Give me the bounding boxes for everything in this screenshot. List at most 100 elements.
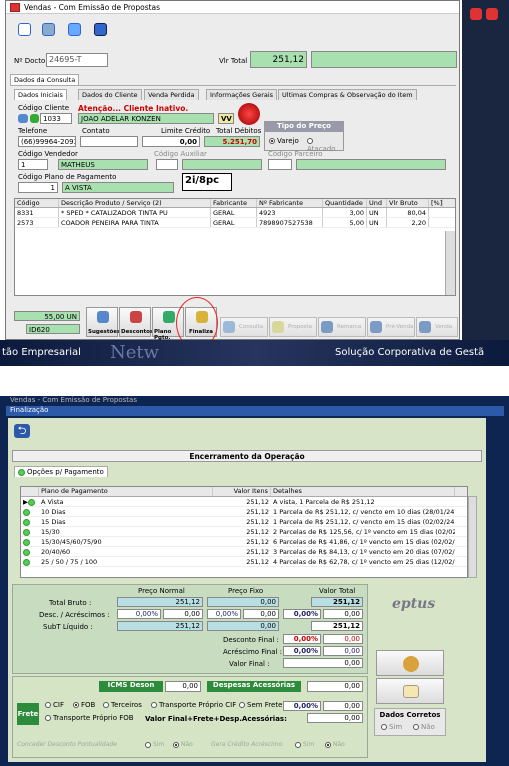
despesas-field[interactable]: 0,00 xyxy=(307,681,363,692)
tab-informacoes-gerais[interactable]: Informações Gerais xyxy=(206,89,278,100)
edit-icon[interactable] xyxy=(42,23,55,36)
credito-nao-radio[interactable] xyxy=(325,741,331,748)
plan-row[interactable]: 15/30 251,12 2 Parcelas de R$ 125,56, c/ 1… xyxy=(21,527,467,537)
item-row[interactable]: 8331 * SPED * CATALIZADOR TINTA PU GERAL… xyxy=(15,208,455,218)
plan-row-icon xyxy=(21,507,39,516)
vendedor-code-field[interactable]: 1 xyxy=(18,159,48,170)
pre-venda-button[interactable]: Pré-Venda xyxy=(367,317,415,337)
desc-pct-normal[interactable]: 0,00% xyxy=(117,609,161,619)
plan-details: 1 Parcela de R$ 251,12, c/ vencto em 10 … xyxy=(273,508,455,516)
qty-field[interactable]: 55,00 UN xyxy=(14,311,80,321)
item-row[interactable]: 2573 COADOR PENEIRA PARA TINTA GERAL 789… xyxy=(15,218,455,228)
cliente-code-field[interactable]: 1033 xyxy=(40,113,72,124)
items-grid[interactable]: Código Descrição Produto / Serviço (2) F… xyxy=(14,198,456,296)
doc-number-field[interactable]: 24695-T xyxy=(46,53,108,67)
pontualidade-sim-radio[interactable] xyxy=(145,741,151,748)
varejo-option[interactable]: Varejo xyxy=(269,137,299,145)
dados-sim[interactable]: Sim xyxy=(381,723,402,731)
pontualidade-nao-radio[interactable] xyxy=(173,741,179,748)
plan-row[interactable]: 15 Dias 251,12 1 Parcela de R$ 251,12, c/ … xyxy=(21,517,467,527)
plan-row[interactable]: 15/30/45/60/75/90 251,12 6 Parcelas de R$ … xyxy=(21,537,467,547)
item-code: 2573 xyxy=(15,218,59,227)
desconto-final-val[interactable]: 0,00 xyxy=(323,634,363,644)
add-icon[interactable] xyxy=(30,114,39,123)
atacado-radio[interactable] xyxy=(307,138,313,144)
plan-row[interactable]: ▶ A Vista 251,12 A vista, 1 Parcela de R$ 2… xyxy=(21,497,467,507)
plan-status-icon xyxy=(23,528,30,536)
back-arrow-icon[interactable]: ⮌ xyxy=(14,424,30,438)
email-button[interactable] xyxy=(376,678,444,704)
dados-sim-radio[interactable] xyxy=(381,724,387,730)
grid-scrollbar[interactable] xyxy=(445,231,455,295)
desconto-final-pct[interactable]: 0,00% xyxy=(283,634,321,644)
atacado-label: Atacado xyxy=(307,145,336,153)
frete-sem[interactable]: Sem Frete xyxy=(239,701,282,709)
dados-nao[interactable]: Não xyxy=(413,723,435,731)
proprio-fob-radio[interactable] xyxy=(45,715,51,721)
tab-opcoes-pagamento[interactable]: Opções p/ Pagamento xyxy=(14,466,108,477)
frete-cif[interactable]: CIF xyxy=(45,701,64,709)
dados-nao-radio[interactable] xyxy=(413,724,419,730)
tab-label: Ultimas Compras & Observação do Item xyxy=(282,91,413,99)
parceiro-code-field[interactable] xyxy=(268,159,292,170)
proposta-button[interactable]: Proposta xyxy=(269,317,317,337)
frete-val[interactable]: 0,00 xyxy=(323,701,363,711)
plan-row[interactable]: 20/40/60 251,12 3 Parcelas de R$ 84,13, c/… xyxy=(21,547,467,557)
telefone-field[interactable]: (66)99964-2093 xyxy=(18,136,76,147)
descontos-button[interactable]: Descontos xyxy=(119,307,153,337)
sem-frete-radio[interactable] xyxy=(239,702,245,708)
plan-row[interactable]: 25 / 50 / 75 / 100 251,12 4 Parcelas de R$… xyxy=(21,557,467,567)
proprio-cif-radio[interactable] xyxy=(151,702,157,708)
venda-button[interactable]: Venda xyxy=(416,317,458,337)
tab-dados-consulta[interactable]: Dados da Consulta xyxy=(10,74,80,85)
exit-icon[interactable] xyxy=(94,23,107,36)
consulta-button[interactable]: Consulta xyxy=(220,317,268,337)
new-doc-icon[interactable] xyxy=(18,23,31,36)
tab-dados-iniciais[interactable]: Dados Iniciais xyxy=(14,89,67,100)
payment-plans-grid[interactable]: Plano de Pagamento Valor Itens Detalhes … xyxy=(20,486,468,578)
user-action-button[interactable] xyxy=(376,650,444,676)
tab-ultimas-compras[interactable]: Ultimas Compras & Observação do Item xyxy=(278,89,417,100)
frete-proprio-cif[interactable]: Transporte Próprio CIF xyxy=(151,701,236,709)
button-label: Proposta xyxy=(288,324,312,330)
frete-proprio-fob[interactable]: Transporte Próprio FOB xyxy=(45,714,134,722)
desc-val-fixo[interactable]: 0,00 xyxy=(243,609,279,619)
remarca-button[interactable]: Remarca xyxy=(318,317,366,337)
acrescimo-pct[interactable]: 0,00% xyxy=(283,646,321,656)
button-label: Remarca xyxy=(337,324,362,330)
id-field[interactable]: ID620 xyxy=(26,324,80,334)
print-icon[interactable] xyxy=(68,23,81,36)
plano-code-field[interactable]: 1 xyxy=(18,182,58,193)
desc-pct-total[interactable]: 0,00% xyxy=(283,609,321,619)
desc-val-normal[interactable]: 0,00 xyxy=(163,609,203,619)
sem-frete-label: Sem Frete xyxy=(247,701,283,709)
plans-scrollbar[interactable] xyxy=(468,496,477,578)
client-card-icon[interactable] xyxy=(18,114,28,123)
credito-sim-radio[interactable] xyxy=(295,741,301,748)
sales-window: Vendas - Com Emissão de Propostas Nº Doc… xyxy=(5,0,460,349)
contato-field[interactable] xyxy=(80,136,138,147)
auxiliar-code-field[interactable] xyxy=(156,159,178,170)
col-fabricante: Fabricante xyxy=(211,199,257,207)
frete-fob[interactable]: FOB xyxy=(73,701,95,709)
plan-row[interactable]: 10 Dias 251,12 1 Parcela de R$ 251,12, c/ … xyxy=(21,507,467,517)
frete-terceiros[interactable]: Terceiros xyxy=(103,701,142,709)
tab-venda-perdida[interactable]: Venda Perdida xyxy=(144,89,199,100)
tab-dados-cliente[interactable]: Dados do Cliente xyxy=(78,89,142,100)
desc-val-total[interactable]: 0,00 xyxy=(323,609,363,619)
desc-pct-fixo[interactable]: 0,00% xyxy=(207,609,241,619)
atacado-option[interactable]: Atacado xyxy=(307,137,343,153)
fob-radio[interactable] xyxy=(73,702,79,708)
credito-sim[interactable]: Sim xyxy=(295,741,314,748)
frete-pct[interactable]: 0,00% xyxy=(283,701,321,711)
cif-radio[interactable] xyxy=(45,702,51,708)
pontualidade-nao[interactable]: Não xyxy=(173,741,193,748)
banner-logo-text: Netw xyxy=(110,342,160,363)
icms-field[interactable]: 0,00 xyxy=(165,681,201,692)
pontualidade-sim[interactable]: Sim xyxy=(145,741,164,748)
acrescimo-val[interactable]: 0,00 xyxy=(323,646,363,656)
varejo-radio[interactable] xyxy=(269,138,275,144)
credito-nao[interactable]: Não xyxy=(325,741,345,748)
sugestoes-button[interactable]: Sugestões xyxy=(86,307,120,337)
terceiros-radio[interactable] xyxy=(103,702,109,708)
